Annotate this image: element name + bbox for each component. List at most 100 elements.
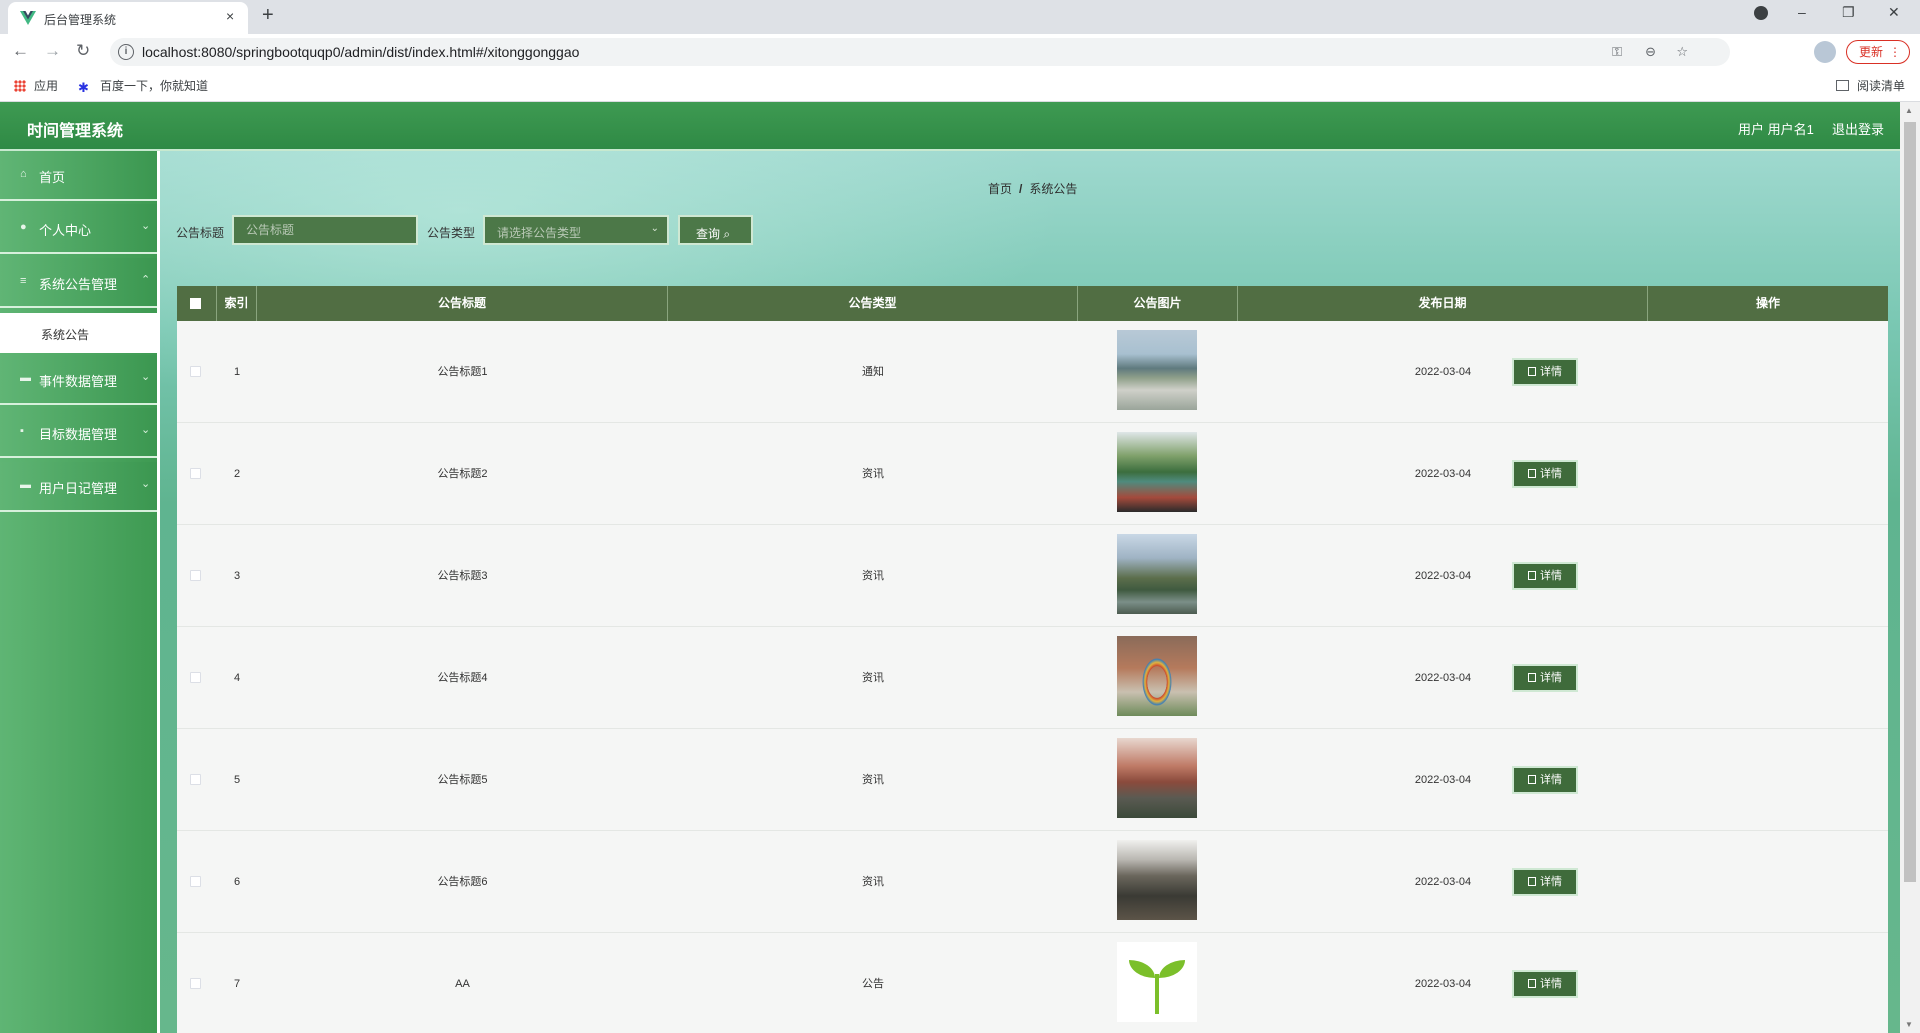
announcement-image[interactable]	[1117, 534, 1197, 614]
detail-button[interactable]: 详情	[1512, 358, 1578, 386]
header-index: 索引	[217, 286, 257, 321]
row-checkbox[interactable]	[190, 570, 201, 581]
type-select-placeholder: 请选择公告类型	[497, 226, 582, 240]
detail-button-label: 详情	[1540, 468, 1562, 480]
scroll-down-icon[interactable]: ▼	[1905, 1020, 1913, 1029]
bookmarks-bar: 应用 ✱ 百度一下，你就知道 阅读清单	[0, 70, 1920, 102]
logout-link[interactable]: 退出登录	[1832, 119, 1884, 138]
cell-type: 公告	[862, 978, 884, 990]
restore-icon[interactable]: ❐	[1842, 4, 1855, 21]
tab-title: 后台管理系统	[44, 13, 117, 27]
cell-type: 资讯	[862, 468, 884, 480]
baidu-paw-icon: ✱	[78, 80, 89, 95]
detail-button[interactable]: 详情	[1512, 562, 1578, 590]
tab-search-icon[interactable]	[1754, 6, 1768, 20]
sprout-leaf-right	[1159, 960, 1185, 978]
detail-button[interactable]: 详情	[1512, 460, 1578, 488]
header-image: 公告图片	[1078, 286, 1238, 321]
announcement-image[interactable]	[1117, 942, 1197, 1022]
sidebar-item-label: 系统公告管理	[39, 277, 118, 292]
ticket-icon: ▬	[20, 372, 31, 384]
detail-button[interactable]: 详情	[1512, 664, 1578, 692]
grid-icon: ▪	[20, 425, 24, 437]
row-checkbox[interactable]	[190, 672, 201, 683]
sidebar-item-goals[interactable]: ▪ 目标数据管理 ⌄	[0, 408, 157, 458]
chevron-down-icon: ⌄	[141, 220, 151, 232]
sidebar-item-home[interactable]: ⌂ 首页	[0, 151, 157, 201]
profile-avatar[interactable]	[1814, 41, 1836, 63]
table-row: 2 公告标题2 资讯 2022-03-04 详情	[177, 423, 1888, 525]
reload-icon[interactable]: ↻	[76, 41, 90, 61]
row-checkbox[interactable]	[190, 978, 201, 989]
type-select[interactable]: 请选择公告类型 ⌄	[483, 215, 669, 245]
url-text[interactable]: localhost:8080/springbootquqp0/admin/dis…	[142, 44, 579, 60]
announcement-image[interactable]	[1117, 840, 1197, 920]
bookmark-baidu[interactable]: ✱ 百度一下，你就知道	[78, 77, 208, 95]
key-icon[interactable]: ⚿	[1612, 44, 1622, 60]
row-checkbox[interactable]	[190, 774, 201, 785]
new-tab-icon[interactable]: +	[262, 4, 274, 27]
address-bar[interactable]: i localhost:8080/springbootquqp0/admin/d…	[110, 38, 1730, 66]
cell-title: 公告标题6	[437, 876, 488, 888]
header-date: 发布日期	[1238, 286, 1648, 321]
document-icon	[1528, 775, 1536, 784]
detail-button[interactable]: 详情	[1512, 970, 1578, 998]
close-window-icon[interactable]: ✕	[1888, 4, 1900, 21]
row-checkbox[interactable]	[190, 468, 201, 479]
cell-type: 资讯	[862, 672, 884, 684]
announcement-image[interactable]	[1117, 738, 1197, 818]
tab-close-icon[interactable]: ×	[226, 8, 234, 24]
bookmark-apps[interactable]: 应用	[14, 77, 58, 94]
cell-index: 6	[233, 876, 241, 888]
scrollbar-thumb[interactable]	[1904, 122, 1916, 882]
chevron-down-icon: ⌄	[650, 223, 659, 234]
table-row: 5 公告标题5 资讯 2022-03-04 详情	[177, 729, 1888, 831]
table-row: 3 公告标题3 资讯 2022-03-04 详情	[177, 525, 1888, 627]
cell-date: 2022-03-04	[1414, 672, 1472, 684]
announcement-image[interactable]	[1117, 432, 1197, 512]
chevron-down-icon: ⌄	[141, 424, 151, 436]
sidebar-item-events[interactable]: ▬ 事件数据管理 ⌄	[0, 355, 157, 405]
table-row: 4 公告标题4 资讯 2022-03-04 详情	[177, 627, 1888, 729]
breadcrumb-home[interactable]: 首页	[988, 182, 1012, 196]
chevron-up-icon: ⌃	[141, 274, 151, 286]
cell-index: 7	[233, 978, 241, 990]
title-filter-label: 公告标题	[176, 226, 225, 240]
site-info-icon[interactable]: i	[118, 44, 134, 60]
sidebar-item-label: 用户日记管理	[39, 481, 118, 496]
zoom-icon[interactable]: ⊖	[1645, 44, 1656, 60]
detail-button-label: 详情	[1540, 672, 1562, 684]
cell-title: AA	[455, 978, 470, 990]
row-checkbox[interactable]	[190, 366, 201, 377]
select-all-checkbox[interactable]	[190, 298, 201, 309]
vertical-scrollbar[interactable]: ▲ ▼	[1900, 102, 1920, 1033]
row-checkbox[interactable]	[190, 876, 201, 887]
forward-icon[interactable]: →	[44, 41, 61, 61]
reading-list[interactable]: 阅读清单	[1836, 77, 1905, 94]
sidebar-item-profile[interactable]: ● 个人中心 ⌄	[0, 204, 157, 254]
sidebar-item-label: 个人中心	[39, 223, 92, 238]
bookmark-star-icon[interactable]: ☆	[1676, 44, 1688, 60]
minimize-icon[interactable]: –	[1798, 4, 1806, 20]
scroll-up-icon[interactable]: ▲	[1905, 106, 1913, 115]
table-row: 7 AA 公告 2022-03-04 详情	[177, 933, 1888, 1033]
query-button[interactable]: 查询 ⌕	[678, 215, 753, 245]
app-header: 时间管理系统 用户 用户名1 退出登录	[0, 102, 1900, 151]
announcement-image[interactable]	[1117, 330, 1197, 410]
sidebar-item-label: 首页	[39, 170, 66, 185]
detail-button[interactable]: 详情	[1512, 868, 1578, 896]
title-search-input[interactable]	[232, 215, 418, 245]
cell-date: 2022-03-04	[1414, 978, 1472, 990]
app-root: 时间管理系统 用户 用户名1 退出登录 ⌂ 首页 ● 个人中心 ⌄ ≡ 系统公告…	[0, 102, 1920, 1033]
cell-index: 1	[233, 366, 241, 378]
back-icon[interactable]: ←	[12, 41, 29, 61]
browser-tab[interactable]: 后台管理系统 ×	[8, 2, 248, 34]
submenu-item-announcement[interactable]: 系统公告	[0, 313, 157, 353]
more-menu-icon[interactable]: ⋮	[1889, 41, 1901, 63]
announcement-image[interactable]	[1117, 636, 1197, 716]
sidebar-item-label: 目标数据管理	[39, 427, 118, 442]
sidebar-item-announcement[interactable]: ≡ 系统公告管理 ⌃	[0, 258, 157, 308]
update-button[interactable]: 更新 ⋮	[1846, 40, 1910, 64]
sidebar-item-diary[interactable]: ▬ 用户日记管理 ⌄	[0, 462, 157, 512]
detail-button[interactable]: 详情	[1512, 766, 1578, 794]
